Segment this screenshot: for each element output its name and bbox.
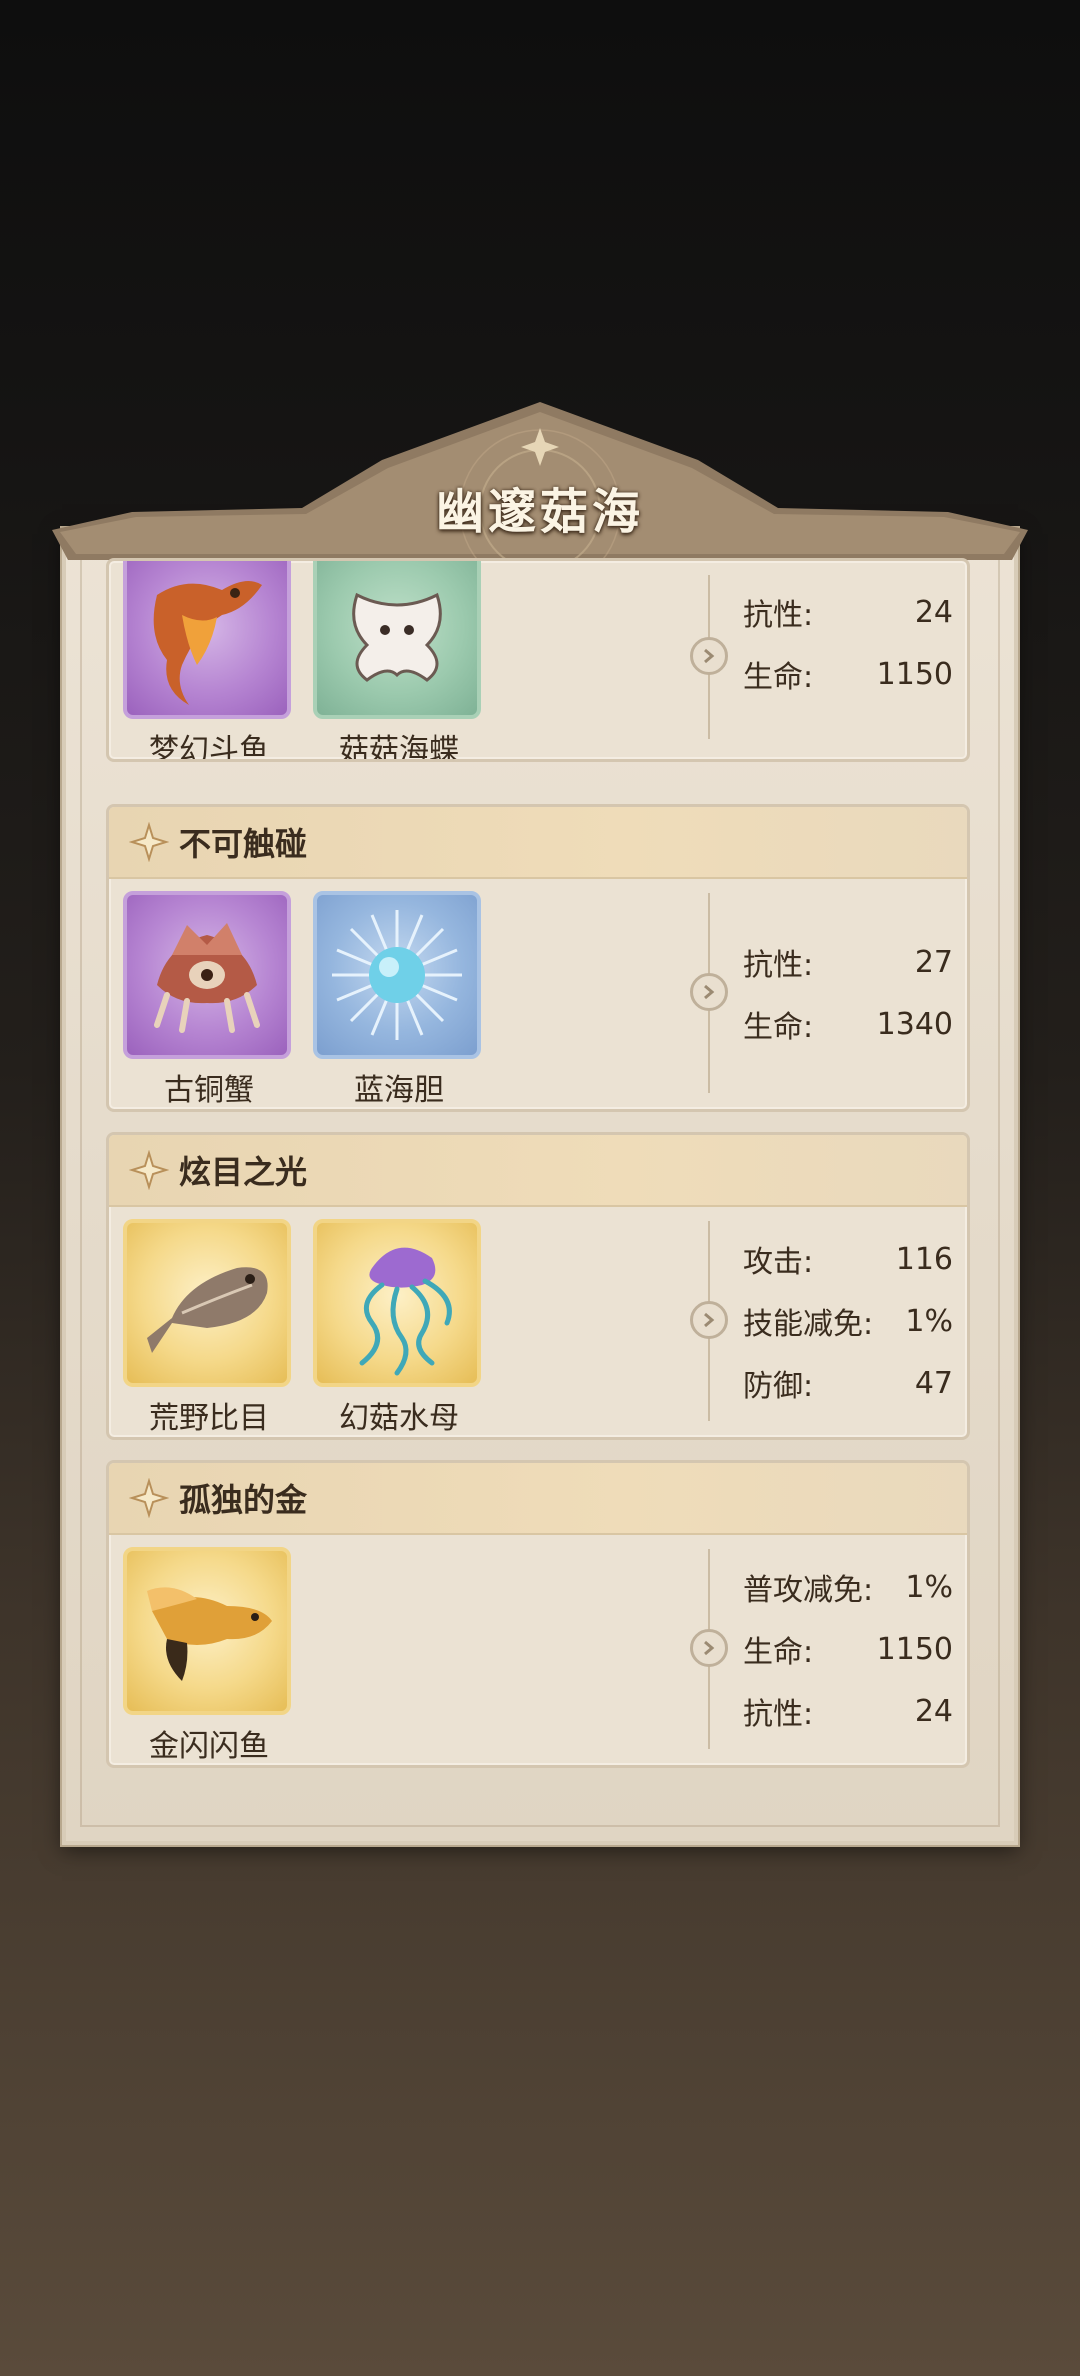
expand-arrow-button[interactable] xyxy=(690,973,728,1011)
item-slot[interactable]: 蓝海胆 xyxy=(313,891,485,1109)
set-divider xyxy=(690,1221,728,1421)
set-card: 不可触碰 古铜蟹 蓝海胆 抗性: 27 生命: 1340 xyxy=(106,804,970,1112)
stat-row: 生命: 1150 xyxy=(743,1631,953,1671)
stat-row: 生命: 1150 xyxy=(743,656,953,696)
flatfish-icon xyxy=(147,1267,268,1353)
set-title: 炫目之光 xyxy=(179,1153,308,1191)
expand-arrow-button[interactable] xyxy=(690,1629,728,1667)
stat-row: 防御: 47 xyxy=(743,1365,953,1405)
fighting-fish-icon xyxy=(153,581,262,705)
set-list[interactable]: 梦幻斗鱼 菇菇海蝶 抗性: 24 生命: 1150 不可触碰 古铜蟹 蓝海胆 抗… xyxy=(106,558,970,1808)
goldfish-icon xyxy=(147,1587,272,1681)
sparkle-icon xyxy=(129,1150,169,1190)
sea-butterfly-icon xyxy=(352,592,442,682)
jellyfish-icon xyxy=(359,1247,452,1376)
set-card: 炫目之光 荒野比目 幻菇水母 攻击: 116 技能减免: 1% 防御: 47 xyxy=(106,1132,970,1440)
bronze-crab-icon xyxy=(154,923,260,1033)
set-stats: 攻击: 116 技能减免: 1% 防御: 47 xyxy=(743,1228,953,1414)
sea-urchin-icon xyxy=(332,910,462,1040)
set-stats: 抗性: 24 生命: 1150 xyxy=(743,581,953,705)
expand-arrow-button[interactable] xyxy=(690,1301,728,1339)
expand-arrow-button[interactable] xyxy=(690,637,728,675)
set-title: 孤独的金 xyxy=(179,1481,308,1519)
stat-row: 抗性: 27 xyxy=(743,944,953,984)
set-stats: 抗性: 27 生命: 1340 xyxy=(743,931,953,1055)
stat-row: 抗性: 24 xyxy=(743,594,953,634)
collection-panel: 幽邃菇海 梦幻斗鱼 菇菇海蝶 抗性: 24 生命: 1150 不可触碰 古铜蟹 … xyxy=(52,400,1028,1845)
set-title: 不可触碰 xyxy=(179,825,308,863)
item-slot[interactable]: 古铜蟹 xyxy=(123,891,295,1109)
set-divider xyxy=(690,893,728,1093)
set-divider xyxy=(690,1549,728,1749)
stat-row: 抗性: 24 xyxy=(743,1693,953,1733)
item-slot[interactable]: 梦幻斗鱼 xyxy=(123,561,295,759)
set-header: 不可触碰 xyxy=(109,807,967,879)
item-slot[interactable]: 菇菇海蝶 xyxy=(313,561,485,759)
item-slot[interactable]: 幻菇水母 xyxy=(313,1219,485,1437)
item-slot[interactable]: 荒野比目 xyxy=(123,1219,295,1437)
stat-row: 普攻减免: 1% xyxy=(743,1569,953,1609)
stat-row: 生命: 1340 xyxy=(743,1006,953,1046)
set-header: 孤独的金 xyxy=(109,1463,967,1535)
set-stats: 普攻减免: 1% 生命: 1150 抗性: 24 xyxy=(743,1556,953,1742)
set-header: 炫目之光 xyxy=(109,1135,967,1207)
set-card: 孤独的金 金闪闪鱼 普攻减免: 1% 生命: 1150 抗性: 24 xyxy=(106,1460,970,1768)
set-card: 梦幻斗鱼 菇菇海蝶 抗性: 24 生命: 1150 xyxy=(106,558,970,762)
chevron-right-icon xyxy=(704,1640,715,1656)
sparkle-icon xyxy=(129,1478,169,1518)
chevron-right-icon xyxy=(704,1312,715,1328)
set-divider xyxy=(690,575,728,739)
chevron-right-icon xyxy=(704,648,715,664)
chevron-right-icon xyxy=(704,984,715,1000)
stat-row: 技能减免: 1% xyxy=(743,1303,953,1343)
stat-row: 攻击: 116 xyxy=(743,1241,953,1281)
sparkle-icon xyxy=(129,822,169,862)
page-title: 幽邃菇海 xyxy=(435,484,644,540)
item-slot[interactable]: 金闪闪鱼 xyxy=(123,1547,295,1765)
